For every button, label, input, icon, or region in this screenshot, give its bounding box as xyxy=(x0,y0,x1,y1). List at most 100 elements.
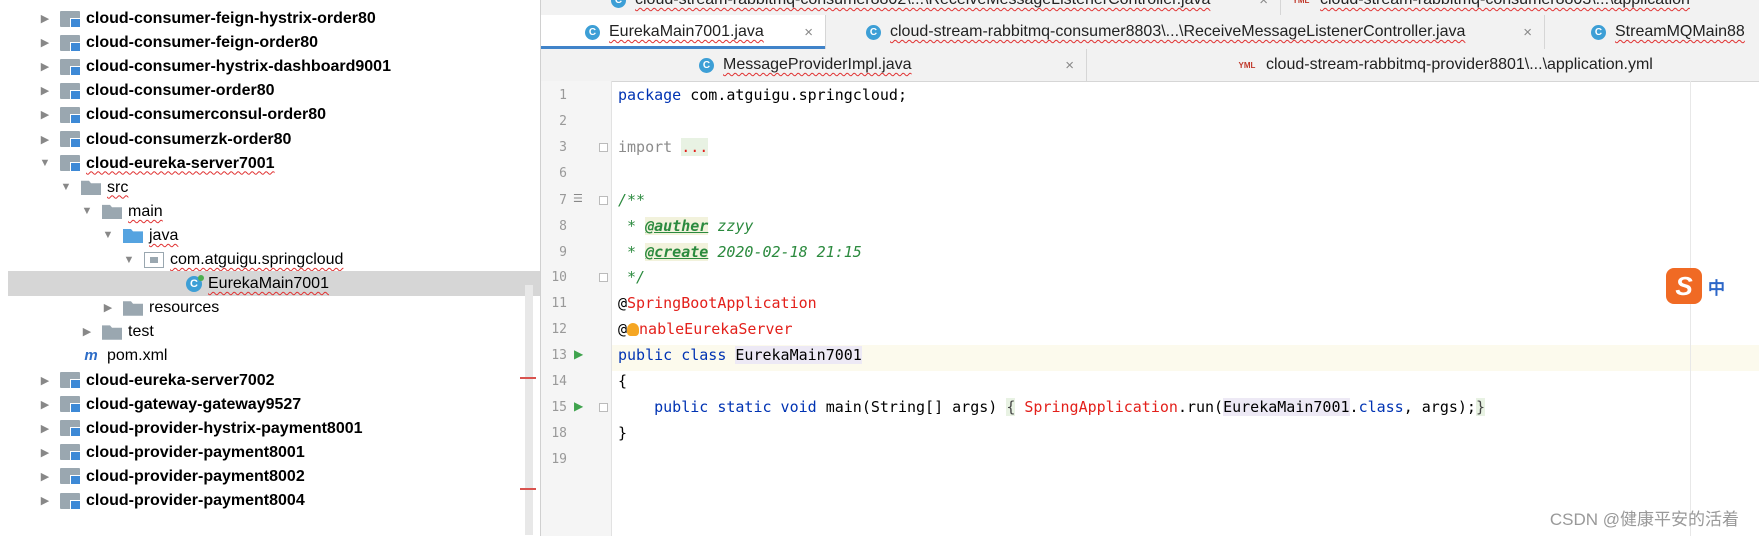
close-icon[interactable]: × xyxy=(1065,57,1074,74)
tab-receive-message-listener-8803[interactable]: C cloud-stream-rabbitmq-consumer8803\...… xyxy=(826,15,1545,49)
project-tree: ▶ cloud-consumer-feign-hystrix-order80 ▶ cl… xyxy=(0,0,541,536)
tree-item-label: test xyxy=(128,323,154,341)
tree-item[interactable]: ▶ cloud-provider-hystrix-payment8001 xyxy=(8,416,540,441)
collapse-arrow-icon[interactable]: ▶ xyxy=(38,12,52,26)
tree-scrollbar[interactable] xyxy=(525,285,533,535)
class-icon: C xyxy=(186,274,204,292)
tab-application-yml-8803[interactable]: YML cloud-stream-rabbitmq-consumer8803\.… xyxy=(1281,0,1759,15)
tree-item-label: cloud-provider-payment8002 xyxy=(86,467,305,485)
collapse-arrow-icon[interactable]: ▶ xyxy=(38,36,52,50)
ime-mode-indicator[interactable]: 中 xyxy=(1708,273,1725,299)
tree-item[interactable]: ▶ cloud-consumerzk-order80 xyxy=(8,127,540,152)
collapse-arrow-icon[interactable]: ▶ xyxy=(38,494,52,508)
editor-tabs-row-1: C EurekaMain7001.java × C cloud-stream-r… xyxy=(541,15,1759,50)
run-gutter-icon[interactable]: ▶ xyxy=(574,399,583,413)
tree-item[interactable]: ▼ com.atguigu.springcloud xyxy=(8,247,540,272)
close-icon[interactable]: × xyxy=(804,24,813,41)
collapse-arrow-icon[interactable]: ▶ xyxy=(38,132,52,146)
collapse-arrow-icon[interactable]: ▶ xyxy=(38,397,52,411)
tree-item-label: cloud-provider-hystrix-payment8001 xyxy=(86,419,363,437)
tree-item[interactable]: ▶ cloud-consumer-feign-order80 xyxy=(8,30,540,55)
collapse-arrow-icon[interactable]: ▶ xyxy=(38,60,52,74)
module-icon xyxy=(60,106,81,124)
collapse-arrow-icon[interactable]: ▶ xyxy=(80,325,94,339)
collapse-arrow-icon[interactable]: ▶ xyxy=(38,84,52,98)
close-icon[interactable]: × xyxy=(1523,24,1532,41)
tree-item[interactable]: ▶ cloud-provider-payment8004 xyxy=(8,488,540,513)
fold-toggle-icon[interactable] xyxy=(599,143,608,152)
tree-item-label: cloud-gateway-gateway9527 xyxy=(86,395,302,413)
javadoc-render-icon[interactable]: ☰ xyxy=(573,192,583,205)
fold-toggle-icon[interactable] xyxy=(599,273,608,282)
tree-item[interactable]: ▼ cloud-eureka-server7001 xyxy=(8,151,540,176)
line-number: 7 xyxy=(559,193,567,208)
collapse-arrow-icon[interactable]: ▶ xyxy=(38,469,52,483)
tree-item-label: cloud-consumer-feign-hystrix-order80 xyxy=(86,10,376,27)
tree-item-label: cloud-consumer-hystrix-dashboard9001 xyxy=(86,58,391,76)
tab-label: StreamMQMain88 xyxy=(1615,23,1745,40)
tree-item[interactable]: C EurekaMain7001 xyxy=(8,271,540,297)
tree-item[interactable]: ▶ cloud-consumerconsul-order80 xyxy=(8,102,540,127)
tab-eurekamain7001[interactable]: C EurekaMain7001.java × xyxy=(541,15,826,49)
tree-item[interactable]: ▶ cloud-consumer-feign-hystrix-order80 xyxy=(8,6,540,31)
run-gutter-icon[interactable]: ▶ xyxy=(574,347,583,361)
tree-item[interactable]: ▶ cloud-gateway-gateway9527 xyxy=(8,392,540,417)
collapse-arrow-icon[interactable]: ▶ xyxy=(38,373,52,387)
maven-icon: m xyxy=(84,346,98,364)
expand-arrow-icon[interactable]: ▼ xyxy=(59,180,73,194)
expand-arrow-icon[interactable]: ▼ xyxy=(101,228,115,242)
expand-arrow-icon[interactable]: ▼ xyxy=(38,156,52,170)
tree-item[interactable]: ▼ java xyxy=(8,223,540,248)
tree-item[interactable]: ▼ src xyxy=(8,175,540,200)
tree-item[interactable]: ▼ main xyxy=(8,199,540,224)
editor-tabs-row-2: C MessageProviderImpl.java × YML cloud-s… xyxy=(541,49,1759,82)
tab-streammqmain[interactable]: C StreamMQMain88 xyxy=(1545,15,1759,49)
line-number: 10 xyxy=(551,270,567,285)
lightbulb-icon[interactable] xyxy=(627,323,640,336)
tree-item[interactable]: ▶ test xyxy=(8,319,540,344)
module-icon xyxy=(60,420,81,438)
tree-item[interactable]: ▶ cloud-eureka-server7002 xyxy=(8,368,540,393)
close-icon[interactable]: × xyxy=(1259,0,1268,9)
tree-item-label: main xyxy=(128,202,163,220)
collapse-arrow-icon[interactable]: ▶ xyxy=(101,301,115,315)
fold-toggle-icon[interactable] xyxy=(599,403,608,412)
tree-item[interactable]: m pom.xml xyxy=(8,343,540,368)
tree-item[interactable]: ▶ cloud-provider-payment8001 xyxy=(8,440,540,465)
fold-toggle-icon[interactable] xyxy=(599,196,608,205)
tree-item-label: cloud-eureka-server7002 xyxy=(86,371,275,389)
tree-item[interactable]: ▶ cloud-consumer-hystrix-dashboard9001 xyxy=(8,54,540,79)
code-line-7: /** xyxy=(618,191,646,209)
module-icon xyxy=(60,34,81,52)
tree-item-label: cloud-consumerzk-order80 xyxy=(86,130,292,148)
tree-item-label: cloud-eureka-server7001 xyxy=(86,154,275,172)
tree-item[interactable]: ▶ cloud-provider-payment8002 xyxy=(8,464,540,489)
code-line-11: @SpringBootApplication xyxy=(618,294,817,312)
editor-gutter: 1 2 3 6 7 8 9 10 11 12 13 14 15 18 19 ▶ ▶ ☰ xyxy=(541,81,612,536)
tree-item[interactable]: ▶ resources xyxy=(8,295,540,320)
tree-item-label: pom.xml xyxy=(107,347,168,365)
tab-messageproviderimpl[interactable]: C MessageProviderImpl.java × xyxy=(541,49,1087,81)
tree-item-label: cloud-consumer-order80 xyxy=(86,82,275,100)
expand-arrow-icon[interactable]: ▼ xyxy=(122,253,136,267)
package-icon xyxy=(144,251,164,268)
expand-arrow-icon[interactable]: ▼ xyxy=(80,204,94,218)
sogou-ime-widget[interactable]: S 中 xyxy=(1666,268,1725,304)
tree-item-label: cloud-provider-payment8001 xyxy=(86,443,305,461)
change-marker xyxy=(520,377,536,379)
module-icon xyxy=(60,396,81,414)
source-folder-icon xyxy=(123,228,143,244)
class-icon: C xyxy=(611,0,626,8)
tab-receive-message-listener-8802[interactable]: C cloud-stream-rabbitmq-consumer8802\...… xyxy=(541,0,1281,15)
tab-application-yml-8801[interactable]: YML cloud-stream-rabbitmq-provider8801\.… xyxy=(1087,49,1759,81)
collapse-arrow-icon[interactable]: ▶ xyxy=(38,108,52,122)
collapse-arrow-icon[interactable]: ▶ xyxy=(38,421,52,435)
collapse-arrow-icon[interactable]: ▶ xyxy=(38,445,52,459)
tree-item-label: src xyxy=(107,178,129,196)
folded-imports[interactable]: ... xyxy=(681,138,709,156)
tree-item-label: cloud-consumer-feign-order80 xyxy=(86,34,319,52)
tree-item[interactable]: ▶ cloud-consumer-order80 xyxy=(8,78,540,103)
code-line-1: package com.atguigu.springcloud; xyxy=(618,86,907,104)
